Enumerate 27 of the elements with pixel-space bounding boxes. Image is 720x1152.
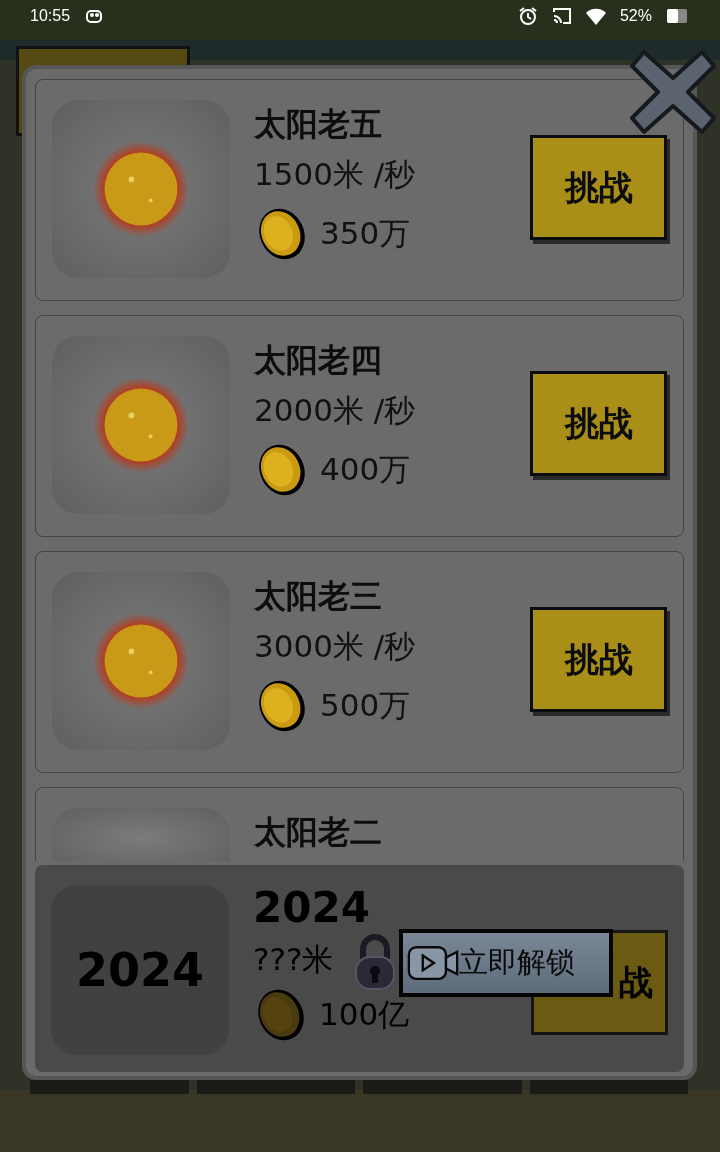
level-name: 2024 — [253, 885, 370, 931]
level-name: 太阳老五 — [254, 106, 382, 142]
level-speed: 1500米 /秒 — [254, 156, 416, 192]
level-name: 太阳老四 — [254, 342, 382, 378]
level-speed: 2000米 /秒 — [254, 392, 416, 428]
alarm-icon — [517, 6, 538, 26]
level-speed: 3000米 /秒 — [254, 628, 416, 664]
level-cost: 400万 — [320, 450, 411, 489]
sun-icon — [93, 377, 189, 473]
lock-icon — [353, 933, 397, 991]
level-name: 太阳老二 — [254, 814, 382, 850]
level-cost: 350万 — [320, 214, 411, 253]
video-icon — [407, 944, 459, 982]
clock-time: 10:55 — [30, 7, 71, 25]
wifi-icon — [585, 6, 606, 26]
cast-icon — [551, 6, 572, 26]
level-name: 太阳老三 — [254, 578, 382, 614]
sun-icon — [93, 613, 189, 709]
close-icon[interactable] — [630, 48, 716, 136]
unlock-button[interactable]: 立即解锁 — [399, 929, 613, 997]
battery-percent: 52% — [619, 7, 652, 25]
battery-icon — [666, 8, 690, 24]
sun-icon — [93, 141, 189, 237]
level-cost: 500万 — [320, 686, 411, 725]
level-cost: 100亿 — [319, 995, 410, 1034]
level-speed: ???米 — [253, 941, 334, 977]
icon-label: 2024 — [76, 943, 204, 997]
